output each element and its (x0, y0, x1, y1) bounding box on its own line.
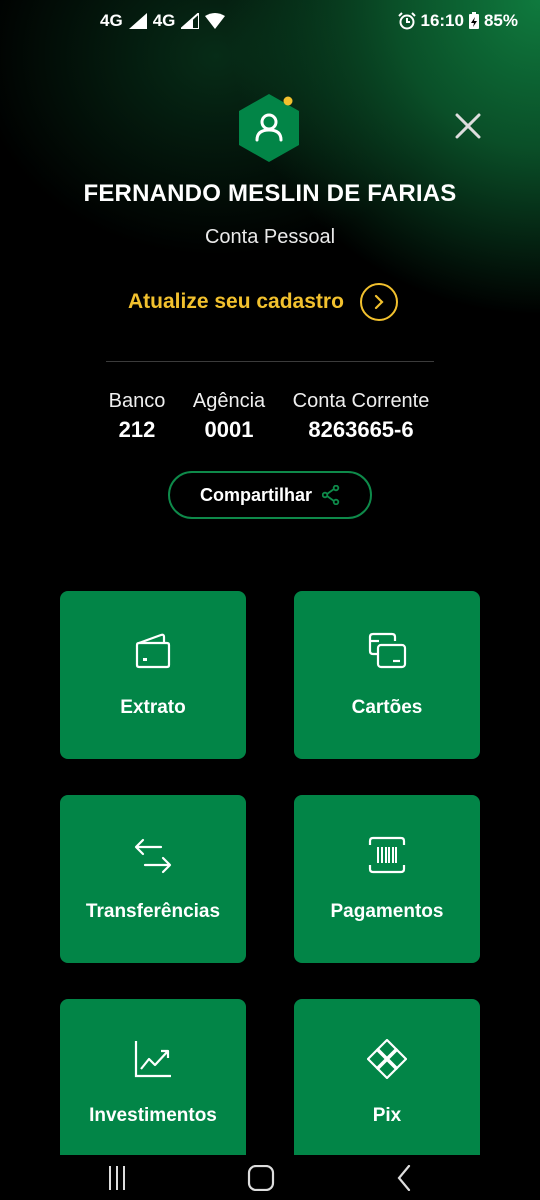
system-nav-bar (0, 1155, 540, 1200)
tile-label: Cartões (351, 697, 423, 718)
close-icon[interactable] (452, 110, 484, 142)
bank-info: Banco 212 (100, 390, 174, 443)
network-indicators: 4G 4G (100, 11, 226, 31)
network-type-2: 4G (152, 11, 176, 30)
account-label: Conta Corrente (292, 390, 430, 412)
tile-transferencias[interactable]: Transferências (60, 795, 246, 963)
tile-pagamentos[interactable]: Pagamentos (294, 795, 480, 963)
tile-label: Pagamentos (330, 901, 444, 922)
chart-icon (134, 1041, 171, 1078)
tile-cartoes[interactable]: Cartões (294, 591, 480, 759)
pix-icon (367, 1039, 407, 1079)
transfer-arrows-icon (134, 838, 172, 874)
wallet-icon (135, 633, 171, 669)
wifi-icon (205, 13, 226, 29)
clock: 16:10 (420, 11, 464, 30)
bank-label: Banco (108, 390, 166, 412)
status-bar: 4G 4G 16:10 85% (0, 0, 540, 44)
bank-value: 212 (118, 417, 156, 442)
network-type-1: 4G (100, 11, 123, 30)
barcode-icon (368, 836, 406, 874)
account-type: Conta Pessoal (204, 226, 336, 248)
avatar-icon (239, 94, 299, 162)
user-name: FERNANDO MESLIN DE FARIAS (83, 180, 457, 207)
agency-value: 0001 (204, 417, 254, 442)
signal-icon-2 (181, 13, 200, 29)
tile-investimentos[interactable]: Investimentos (60, 999, 246, 1167)
alarm-icon (398, 12, 417, 30)
divider (106, 361, 434, 362)
recent-apps-icon[interactable] (102, 1165, 132, 1191)
home-icon[interactable] (246, 1165, 276, 1191)
share-label: Compartilhar (199, 484, 313, 505)
status-right: 16:10 85% (398, 11, 518, 31)
tile-pix[interactable]: Pix (294, 999, 480, 1167)
share-icon (322, 485, 340, 505)
chevron-right-icon (359, 283, 398, 321)
update-registration-label: Atualize seu cadastro (128, 290, 344, 313)
tile-label: Investimentos (89, 1105, 217, 1126)
agency-label: Agência (192, 390, 266, 412)
account-info: Conta Corrente 8263665-6 (284, 390, 438, 443)
tile-label: Extrato (120, 697, 186, 718)
battery-level: 85% (483, 11, 518, 30)
cards-icon (368, 632, 407, 669)
share-button[interactable]: Compartilhar (168, 471, 372, 519)
account-value: 8263665-6 (308, 417, 414, 442)
tile-label: Transferências (85, 901, 221, 922)
tile-label: Pix (372, 1105, 402, 1126)
back-icon[interactable] (390, 1165, 420, 1191)
tile-extrato[interactable]: Extrato (60, 591, 246, 759)
update-registration-link[interactable]: Atualize seu cadastro (128, 282, 398, 322)
battery-charging-icon (468, 12, 479, 29)
agency-info: Agência 0001 (186, 390, 272, 443)
signal-icon (128, 13, 147, 29)
